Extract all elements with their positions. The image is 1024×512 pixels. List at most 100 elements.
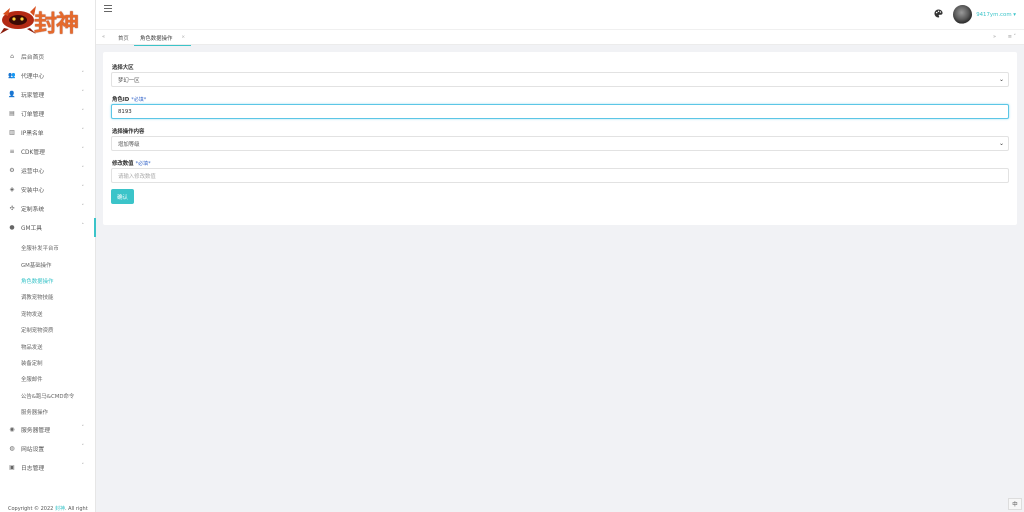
chevron-up-icon: ˄ [81,223,85,229]
copyright: Copyright © 2022 封神. All right [8,505,88,512]
tab-role-data[interactable]: 角色数据操作 × [134,30,192,46]
sidebar-item-install[interactable]: ◈ 安装中心 ˅ [0,180,96,199]
sidebar-subitem[interactable]: 服务器操作 [0,404,96,420]
sidebar-subitem[interactable]: 装备定制 [0,355,96,371]
tab-scroll-left-icon[interactable]: « [102,34,105,40]
form-card: 选择大区 梦幻一区 ⌄ 角色ID *必填* 8193 选择操作内容 增加等级 ⌄ … [103,52,1017,225]
sidebar-item-label: 服务器管理 [21,428,50,435]
sidebar-subitem[interactable]: 物品发送 [0,338,96,354]
role-id-label-text: 角色ID [112,97,130,103]
bulb-icon: ● [9,224,15,231]
shield-icon: ◈ [9,186,15,193]
value-label: 修改数值 *必填* [112,159,151,167]
home-icon: ⌂ [10,53,14,60]
sidebar-item-logs[interactable]: ▣ 日志管理 ˅ [0,458,96,477]
confirm-button[interactable]: 确认 [111,189,134,204]
sidebar-item-servers[interactable]: ◉ 服务器管理 ˅ [0,420,96,439]
chevron-down-icon: ˅ [81,463,85,470]
order-icon: ▤ [9,110,15,117]
sidebar-item-home[interactable]: ⌂ 后台首页 [0,47,96,66]
username-dropdown[interactable]: 9417ym.com ▾ [976,12,1016,18]
chevron-down-icon: ˅ [81,444,85,451]
sidebar-item-label: 订单管理 [21,112,45,118]
sidebar-item-label: 安装中心 [21,188,45,194]
operation-select[interactable]: 增加等级 ⌄ [111,136,1009,151]
header-right: 9417ym.com ▾ [934,5,1016,24]
chevron-down-icon: ˅ [81,204,85,210]
chevron-down-icon: ˅ [81,90,85,96]
chevron-down-icon: ˅ [81,109,85,115]
sidebar-item-operations[interactable]: ⚙ 运营中心 ˅ [0,161,96,180]
server-select[interactable]: 梦幻一区 ⌄ [111,72,1009,87]
sidebar-item-players[interactable]: 👤 玩家管理 ˅ [0,85,96,104]
sidebar-subitem[interactable]: 全服邮件 [0,371,96,387]
sidebar-subitem[interactable]: GM基础操作 [0,256,96,272]
hamburger-menu-icon[interactable] [104,5,112,14]
chevron-down-icon: ⌄ [998,76,1004,83]
sidebar-subitem[interactable]: 公告&跑马&CMD命令 [0,388,96,404]
server-select-value: 梦幻一区 [118,77,140,84]
server-label: 选择大区 [112,65,134,71]
sidebar-subitem[interactable]: 调教宠物技能 [0,289,96,305]
sidebar-subitem[interactable]: 宠物发送 [0,306,96,322]
tab-label: 角色数据操作 [140,35,173,42]
role-id-label: 角色ID *必填* [112,95,146,103]
sidebar-item-custom[interactable]: ✣ 定制系统 ˅ [0,199,96,218]
copyright-prefix: Copyright © 2022 [8,506,55,512]
value-label-text: 修改数值 [112,161,134,167]
sidebar: 封神 ⌂ 后台首页 👥 代理中心 ˅ 👤 玩家管理 ˅ ▤ 订单管理 ˅ ▥ I… [0,0,96,512]
user-group-icon: 👤 [8,91,16,98]
gear-icon: ⚙ [9,167,15,174]
copyright-brand-link[interactable]: 封神 [55,506,65,512]
value-input-placeholder: 请输入修改数值 [118,173,156,180]
sidebar-item-orders[interactable]: ▤ 订单管理 ˅ [0,104,96,123]
sidebar-menu: ⌂ 后台首页 👥 代理中心 ˅ 👤 玩家管理 ˅ ▤ 订单管理 ˅ ▥ IP黑名… [0,47,96,477]
tab-bar: « 首页 角色数据操作 × » ≡ ˅ [96,29,1024,46]
sidebar-item-label: 代理中心 [21,74,45,80]
sidebar-item-gm-tools[interactable]: ● GM工具 ˄ [0,218,96,237]
sidebar-item-label: CDK管理 [21,150,45,156]
globe-icon: ◍ [9,445,15,453]
role-id-input[interactable]: 8193 [111,104,1009,119]
tab-menu-icon[interactable]: ≡ ˅ [1008,34,1016,40]
language-toggle-button[interactable]: 中 [1008,498,1022,510]
logo[interactable]: 封神 [0,0,96,44]
gm-submenu: 全服补发平台币 GM基础操作 角色数据操作 调教宠物技能 宠物发送 定制宠物资质… [0,237,96,420]
palette-icon[interactable] [934,9,943,20]
chevron-down-icon: ˅ [81,185,85,191]
chevron-down-icon: ˅ [81,128,85,134]
sidebar-item-label: 玩家管理 [21,93,45,99]
sidebar-subitem[interactable]: 定制宠物资质 [0,322,96,338]
sidebar-item-cdk[interactable]: ≡ CDK管理 ˅ [0,142,96,161]
sidebar-item-site-settings[interactable]: ◍ 网站设置 ˅ [0,439,96,458]
operation-label: 选择操作内容 [112,129,145,135]
sidebar-item-label: 运营中心 [21,169,45,175]
chevron-down-icon: ⌄ [998,140,1004,147]
operation-select-value: 增加等级 [118,141,140,148]
chevron-down-icon: ˅ [81,71,85,77]
value-input[interactable]: 请输入修改数值 [111,168,1009,183]
top-header: 9417ym.com ▾ [96,0,1024,29]
role-id-value: 8193 [118,108,132,115]
blacklist-icon: ▥ [9,129,15,136]
list-icon: ≡ [9,148,15,155]
wifi-icon: ◉ [9,426,15,434]
chevron-down-icon: ˅ [81,147,85,153]
logo-text: 封神 [34,10,79,37]
log-icon: ▣ [9,464,15,472]
required-marker: *必填* [131,97,147,103]
avatar[interactable] [953,5,973,24]
sidebar-item-label: 网站设置 [21,447,45,454]
sidebar-item-label: GM工具 [21,226,43,232]
copyright-suffix: . All right [64,506,88,512]
sidebar-item-label: IP黑名单 [21,131,44,137]
sidebar-subitem[interactable]: 全服补发平台币 [0,240,96,256]
tab-home[interactable]: 首页 [118,30,129,46]
tab-scroll-right-icon[interactable]: » [993,34,996,40]
sidebar-subitem-active[interactable]: 角色数据操作 [0,273,96,289]
sidebar-item-agent[interactable]: 👥 代理中心 ˅ [0,66,96,85]
sidebar-item-label: 后台首页 [21,55,45,61]
close-icon[interactable]: × [181,35,185,40]
puzzle-icon: ✣ [9,205,15,212]
sidebar-item-ip-blacklist[interactable]: ▥ IP黑名单 ˅ [0,123,96,142]
